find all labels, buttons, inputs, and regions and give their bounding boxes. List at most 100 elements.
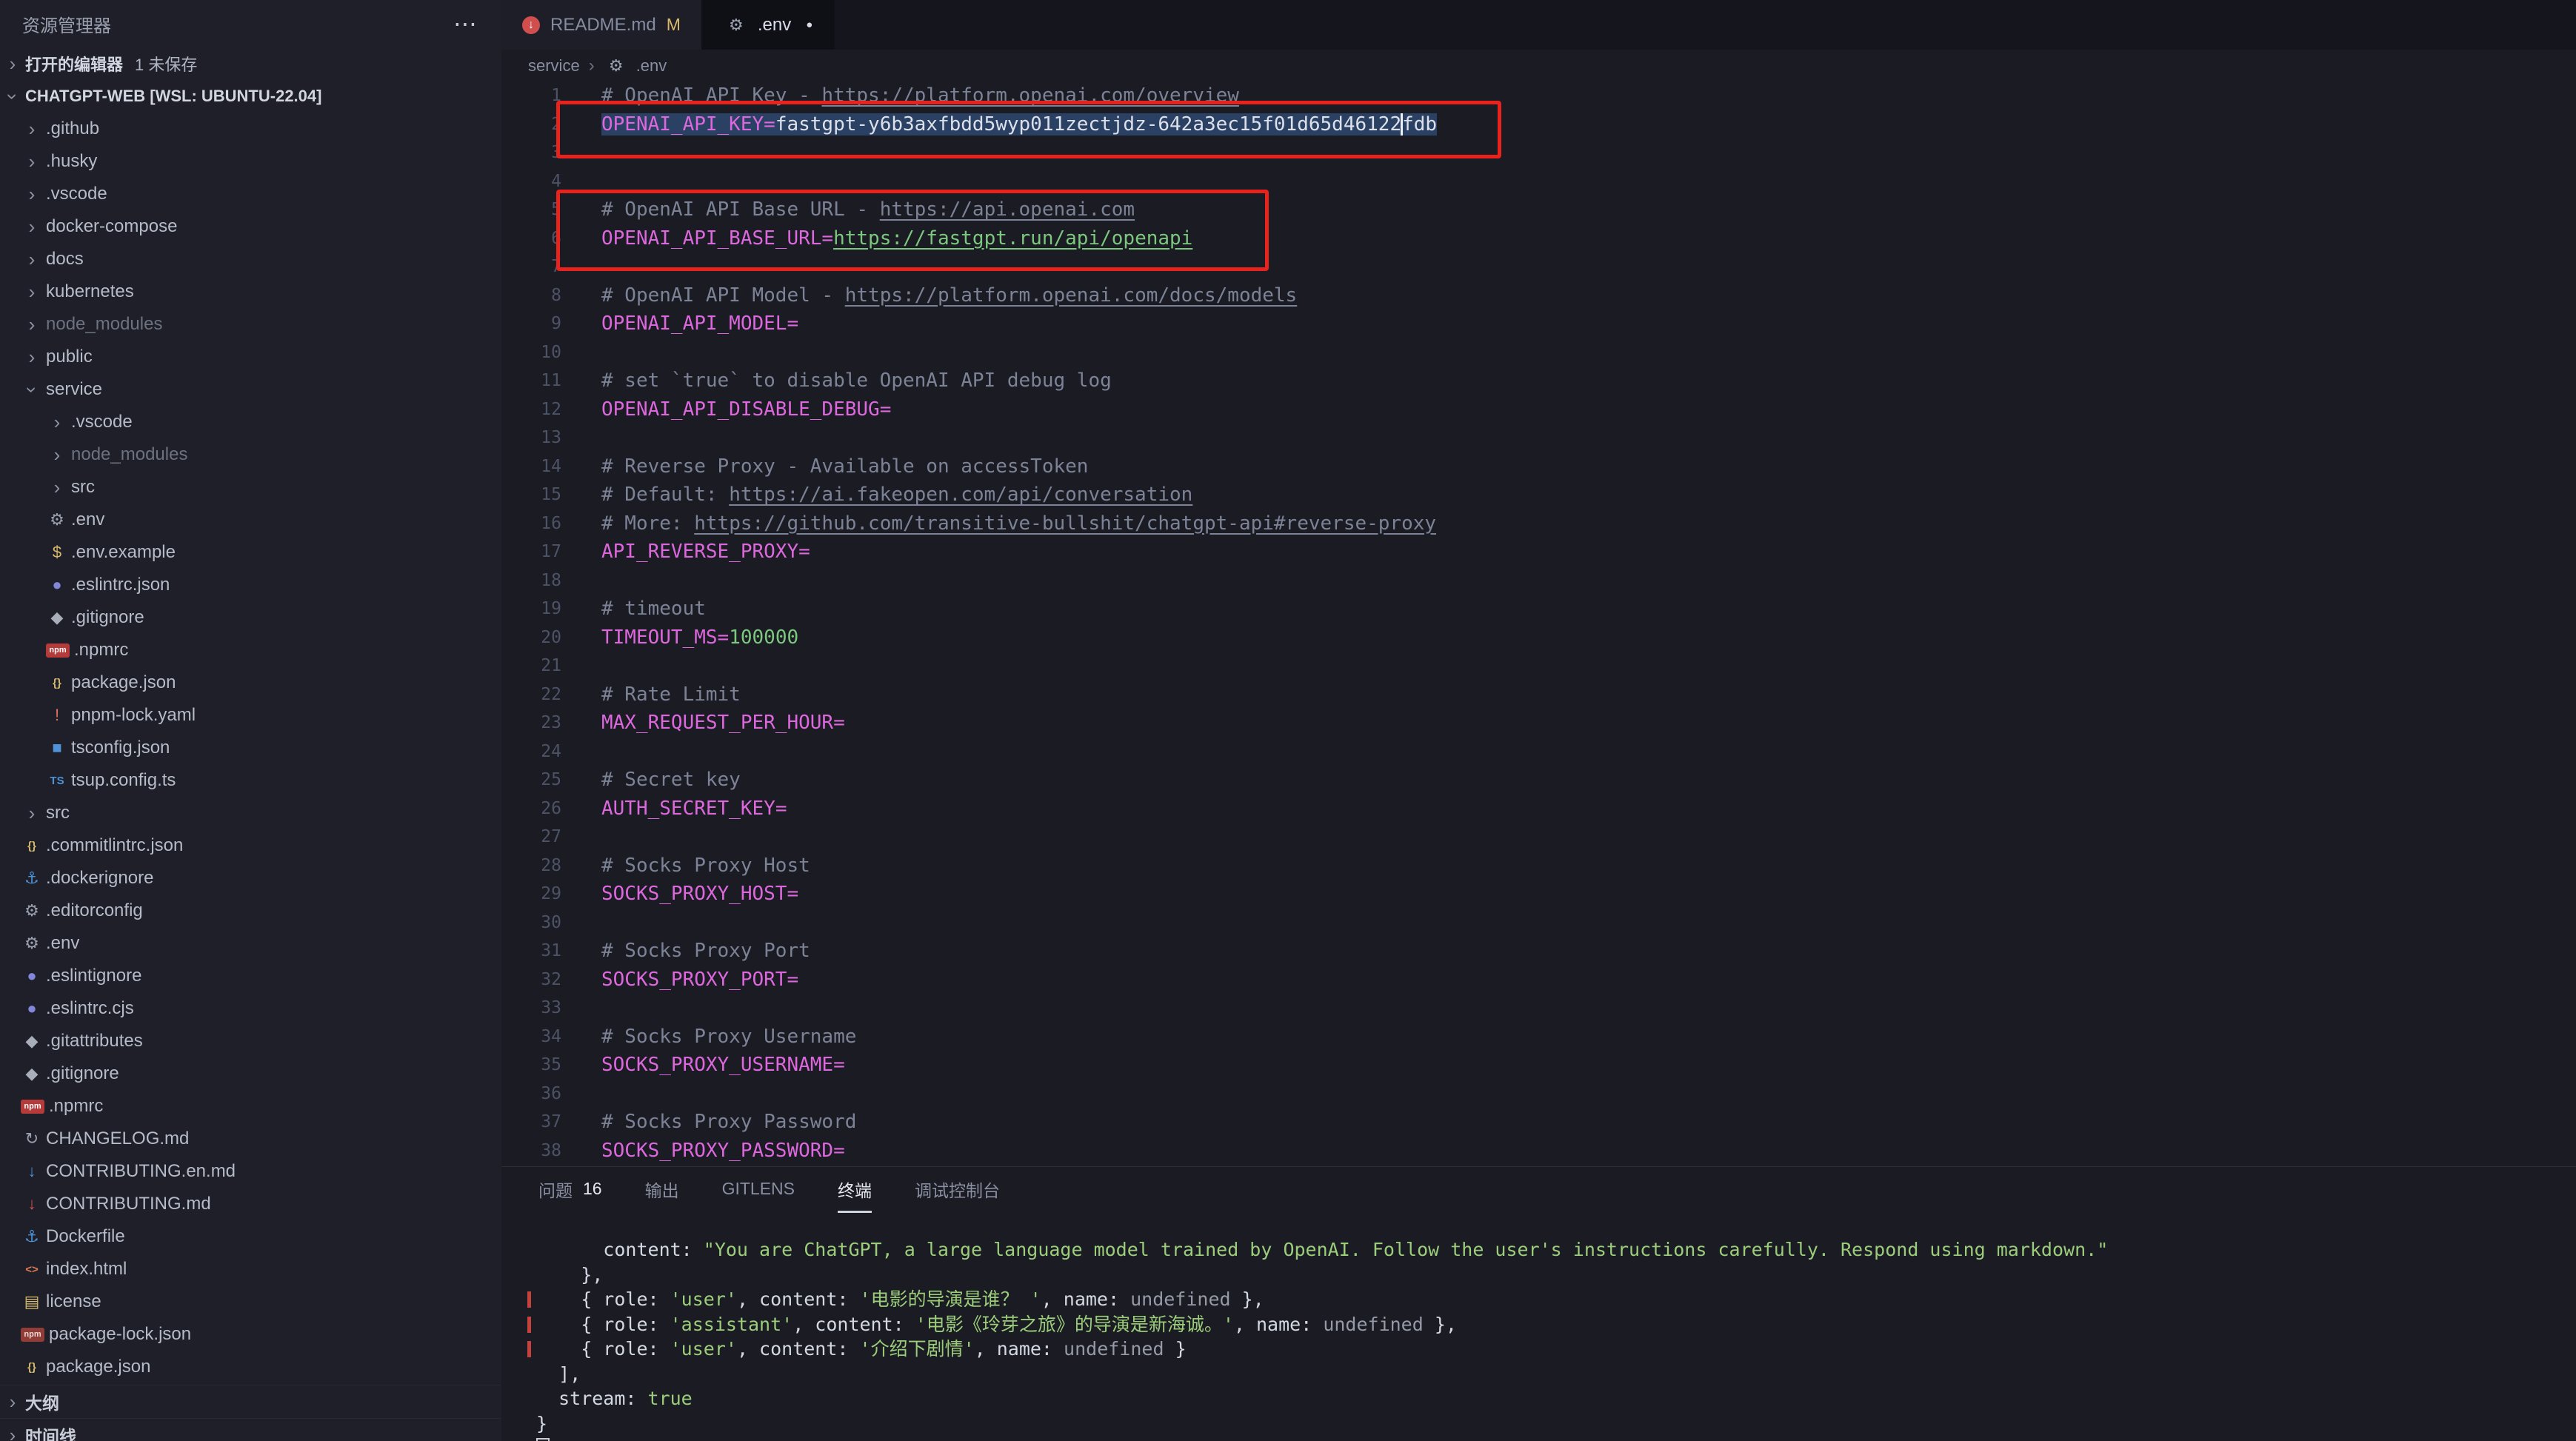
code-line[interactable]: 35SOCKS_PROXY_USERNAME= bbox=[501, 1051, 2576, 1080]
code-line[interactable]: 15# Default: https://ai.fakeopen.com/api… bbox=[501, 481, 2576, 509]
code-line[interactable]: 30 bbox=[501, 909, 2576, 937]
terminal-line[interactable]: ], bbox=[536, 1362, 2561, 1387]
code-line[interactable]: 19# timeout bbox=[501, 595, 2576, 623]
terminal-line[interactable]: content: "You are ChatGPT, a large langu… bbox=[536, 1237, 2561, 1263]
terminal-line[interactable]: } bbox=[536, 1411, 2561, 1437]
code-line[interactable]: 8# OpenAI API Model - https://platform.o… bbox=[501, 281, 2576, 310]
tree-item-package.json[interactable]: {}package.json bbox=[0, 1351, 501, 1383]
tree-item-src[interactable]: ›src bbox=[0, 797, 501, 829]
tree-item-tsup.config.ts[interactable]: TStsup.config.ts bbox=[0, 764, 501, 797]
terminal-line[interactable]: { role: 'assistant', content: '电影《玲芽之旅》的… bbox=[536, 1312, 2561, 1337]
panel-tab-调试控制台[interactable]: 调试控制台 bbox=[915, 1167, 1000, 1213]
panel-tab-终端[interactable]: 终端 bbox=[838, 1167, 872, 1213]
tree-item-.dockerignore[interactable]: ⚓.dockerignore bbox=[0, 862, 501, 895]
section-大纲[interactable]: ›大纲 bbox=[0, 1385, 501, 1418]
breadcrumb-item[interactable]: .env bbox=[636, 56, 667, 76]
code-line[interactable]: 29SOCKS_PROXY_HOST= bbox=[501, 880, 2576, 909]
tree-item-.npmrc[interactable]: npm.npmrc bbox=[0, 634, 501, 666]
tree-item-package.json[interactable]: {}package.json bbox=[0, 666, 501, 699]
code-line[interactable]: 16# More: https://github.com/transitive-… bbox=[501, 509, 2576, 538]
tree-item-package-lock.json[interactable]: npmpackage-lock.json bbox=[0, 1318, 501, 1351]
editor-lines[interactable]: 1# OpenAI API Key - https://platform.ope… bbox=[501, 81, 2576, 1165]
code-line[interactable]: 9OPENAI_API_MODEL= bbox=[501, 310, 2576, 338]
code-line[interactable]: 5# OpenAI API Base URL - https://api.ope… bbox=[501, 195, 2576, 224]
tree-item-docker-compose[interactable]: ›docker-compose bbox=[0, 210, 501, 243]
tree-item-pnpm-lock.yaml[interactable]: !pnpm-lock.yaml bbox=[0, 699, 501, 732]
code-line[interactable]: 6OPENAI_API_BASE_URL=https://fastgpt.run… bbox=[501, 224, 2576, 253]
code-line[interactable]: 25# Secret key bbox=[501, 766, 2576, 795]
code-line[interactable]: 37# Socks Proxy Password bbox=[501, 1108, 2576, 1137]
breadcrumb-item[interactable]: service bbox=[528, 56, 580, 76]
code-line[interactable]: 14# Reverse Proxy - Available on accessT… bbox=[501, 452, 2576, 481]
tree-item-node_modules[interactable]: ›node_modules bbox=[0, 438, 501, 471]
tree-item-.github[interactable]: ›.github bbox=[0, 113, 501, 145]
tab-.env[interactable]: ⚙.env● bbox=[703, 0, 835, 50]
tree-item-node_modules[interactable]: ›node_modules bbox=[0, 308, 501, 341]
tree-item-kubernetes[interactable]: ›kubernetes bbox=[0, 275, 501, 308]
code-line[interactable]: 21 bbox=[501, 652, 2576, 681]
tree-item-.editorconfig[interactable]: ⚙.editorconfig bbox=[0, 895, 501, 927]
open-editors-section[interactable]: › 打开的编辑器 1 未保存 bbox=[0, 47, 501, 80]
panel-tab-GITLENS[interactable]: GITLENS bbox=[722, 1167, 795, 1213]
code-line[interactable]: 12OPENAI_API_DISABLE_DEBUG= bbox=[501, 395, 2576, 424]
code-line[interactable]: 26AUTH_SECRET_KEY= bbox=[501, 795, 2576, 823]
tree-item-service[interactable]: ›service bbox=[0, 373, 501, 406]
code-line[interactable]: 36 bbox=[501, 1080, 2576, 1109]
tree-item-public[interactable]: ›public bbox=[0, 341, 501, 373]
code-line[interactable]: 33 bbox=[501, 994, 2576, 1023]
panel-tab-问题[interactable]: 问题16 bbox=[538, 1167, 602, 1213]
section-时间线[interactable]: ›时间线 bbox=[0, 1418, 501, 1441]
terminal-output[interactable]: content: "You are ChatGPT, a large langu… bbox=[536, 1237, 2561, 1441]
code-line[interactable]: 27 bbox=[501, 823, 2576, 852]
code-line[interactable]: 4 bbox=[501, 167, 2576, 196]
tree-item-.npmrc[interactable]: npm.npmrc bbox=[0, 1090, 501, 1123]
tree-item-.vscode[interactable]: ›.vscode bbox=[0, 406, 501, 438]
code-line[interactable]: 31# Socks Proxy Port bbox=[501, 937, 2576, 966]
code-line[interactable]: 28# Socks Proxy Host bbox=[501, 852, 2576, 880]
code-line[interactable]: 32SOCKS_PROXY_PORT= bbox=[501, 966, 2576, 994]
tree-item-tsconfig.json[interactable]: ■tsconfig.json bbox=[0, 732, 501, 764]
workspace-section[interactable]: › CHATGPT-WEB [WSL: UBUNTU-22.04] bbox=[0, 80, 501, 113]
terminal-line[interactable] bbox=[536, 1436, 2561, 1441]
code-line[interactable]: 7 bbox=[501, 253, 2576, 281]
more-actions-icon[interactable]: ⋯ bbox=[453, 10, 479, 38]
tree-item-docs[interactable]: ›docs bbox=[0, 243, 501, 275]
tree-item-.husky[interactable]: ›.husky bbox=[0, 145, 501, 178]
code-line[interactable]: 34# Socks Proxy Username bbox=[501, 1023, 2576, 1052]
code-line[interactable]: 38SOCKS_PROXY_PASSWORD= bbox=[501, 1137, 2576, 1166]
tree-item-.vscode[interactable]: ›.vscode bbox=[0, 178, 501, 210]
terminal-line[interactable]: { role: 'user', content: '介绍下剧情', name: … bbox=[536, 1337, 2561, 1362]
tab-README.md[interactable]: ↓README.mdM bbox=[501, 0, 703, 50]
code-line[interactable]: 2OPENAI_API_KEY=fastgpt-y6b3axfbdd5wyp01… bbox=[501, 110, 2576, 139]
code-line[interactable]: 1# OpenAI API Key - https://platform.ope… bbox=[501, 81, 2576, 110]
code-line[interactable]: 22# Rate Limit bbox=[501, 681, 2576, 709]
tree-item-src[interactable]: ›src bbox=[0, 471, 501, 504]
tree-item-index.html[interactable]: <>index.html bbox=[0, 1253, 501, 1285]
code-line[interactable]: 10 bbox=[501, 338, 2576, 367]
tree-item-.gitignore[interactable]: ◆.gitignore bbox=[0, 601, 501, 634]
code-line[interactable]: 11# set `true` to disable OpenAI API deb… bbox=[501, 367, 2576, 395]
panel-tab-输出[interactable]: 输出 bbox=[645, 1167, 679, 1213]
tree-item-.commitlintrc.json[interactable]: {}.commitlintrc.json bbox=[0, 829, 501, 862]
code-line[interactable]: 17API_REVERSE_PROXY= bbox=[501, 538, 2576, 566]
code-line[interactable]: 3 bbox=[501, 138, 2576, 167]
tree-item-.env[interactable]: ⚙.env bbox=[0, 927, 501, 960]
tree-item-.eslintignore[interactable]: ●.eslintignore bbox=[0, 960, 501, 992]
tree-item-CHANGELOG.md[interactable]: ↻CHANGELOG.md bbox=[0, 1123, 501, 1155]
code-line[interactable]: 18 bbox=[501, 566, 2576, 595]
tree-item-.eslintrc.cjs[interactable]: ●.eslintrc.cjs bbox=[0, 992, 501, 1025]
tree-item-.env.example[interactable]: $.env.example bbox=[0, 536, 501, 569]
tree-item-CONTRIBUTING.en.md[interactable]: ↓CONTRIBUTING.en.md bbox=[0, 1155, 501, 1188]
tree-item-Dockerfile[interactable]: ⚓Dockerfile bbox=[0, 1220, 501, 1253]
terminal-line[interactable]: stream: true bbox=[536, 1386, 2561, 1411]
terminal-line[interactable]: { role: 'user', content: '电影的导演是谁？ ', na… bbox=[536, 1287, 2561, 1312]
tree-item-CONTRIBUTING.md[interactable]: ↓CONTRIBUTING.md bbox=[0, 1188, 501, 1220]
terminal-line[interactable]: }, bbox=[536, 1263, 2561, 1288]
tree-item-license[interactable]: ▤license bbox=[0, 1285, 501, 1318]
code-line[interactable]: 24 bbox=[501, 738, 2576, 766]
code-line[interactable]: 13 bbox=[501, 424, 2576, 452]
tree-item-.gitignore[interactable]: ◆.gitignore bbox=[0, 1057, 501, 1090]
code-line[interactable]: 23MAX_REQUEST_PER_HOUR= bbox=[501, 709, 2576, 738]
tree-item-.eslintrc.json[interactable]: ●.eslintrc.json bbox=[0, 569, 501, 601]
tree-item-.gitattributes[interactable]: ◆.gitattributes bbox=[0, 1025, 501, 1057]
